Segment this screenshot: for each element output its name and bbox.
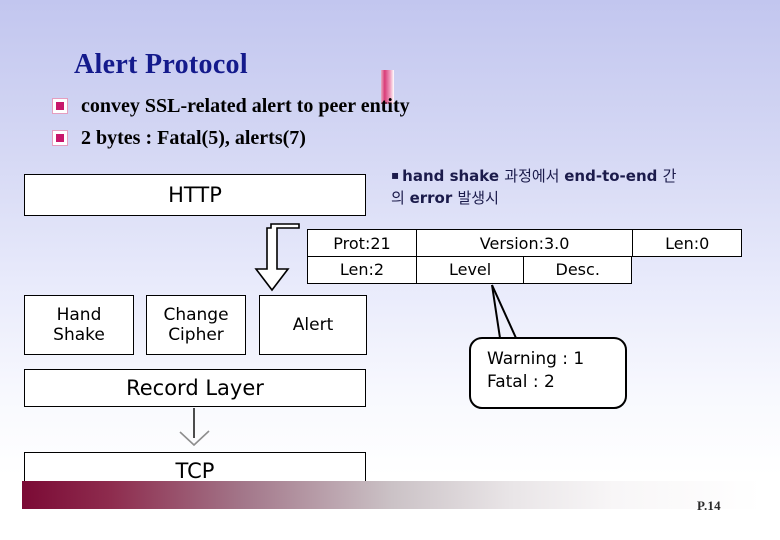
alert-level-callout: Warning : 1 Fatal : 2 <box>469 337 627 409</box>
hand-shake-box: Hand Shake <box>24 295 134 355</box>
note-line1-part-b: 과정에서 <box>504 167 565 185</box>
tcp-layer-label: TCP <box>175 458 215 483</box>
footer-gradient-bar <box>22 481 762 509</box>
hand-shake-label: Hand Shake <box>53 305 105 345</box>
bullet-item-2: 2 bytes : Fatal(5), alerts(7) <box>52 128 306 148</box>
note-line1-part-d: 간 <box>662 167 677 185</box>
hand-shake-label-line1: Hand <box>56 304 102 325</box>
callout-line-fatal: Fatal : 2 <box>487 371 555 392</box>
note-line2-part-b: error <box>409 188 458 207</box>
alert-box: Alert <box>259 295 367 355</box>
slide-canvas: Alert Protocol convey SSL-related alert … <box>0 0 780 540</box>
http-layer-box: HTTP <box>24 174 366 216</box>
pdu-table-row-2: Len:2 Level Desc. <box>307 255 741 284</box>
record-to-tcp-arrow-icon <box>179 408 210 447</box>
change-cipher-label-line2: Cipher <box>168 325 224 345</box>
note-line1-part-a: hand shake <box>402 167 505 185</box>
bullet-item-1-label: convey SSL-related alert to peer entity <box>81 95 410 117</box>
callout-line-warning: Warning : 1 <box>487 349 585 369</box>
pdu-cell-version: Version:3.0 <box>415 229 634 257</box>
bullet-item-1: convey SSL-related alert to peer entity <box>52 96 410 116</box>
record-layer-label: Record Layer <box>126 375 264 400</box>
page-number: P.14 <box>697 498 721 513</box>
alert-pdu-table: Prot:21 Version:3.0 Len:0 Len:2 Level De… <box>307 229 743 284</box>
handshake-note: ▪ hand shake 과정에서 end-to-end 간의 error 발생시 <box>391 166 741 210</box>
change-cipher-label-line1: Change <box>163 304 229 325</box>
note-line2-part-c: 발생시 <box>457 188 499 207</box>
square-bullet-icon <box>52 98 68 114</box>
pdu-cell-length: Len:0 <box>632 229 743 257</box>
http-to-stack-arrow-icon <box>254 223 300 292</box>
note-line2-part-a: 의 <box>391 188 410 207</box>
change-cipher-label: Change Cipher <box>163 305 228 345</box>
hand-shake-label-line2: Shake <box>53 325 105 345</box>
record-layer-box: Record Layer <box>24 369 366 407</box>
bullet-item-2-label: 2 bytes : Fatal(5), alerts(7) <box>81 127 306 149</box>
page-title: Alert Protocol <box>74 49 248 80</box>
pdu-cell-protocol: Prot:21 <box>307 229 417 257</box>
alert-label: Alert <box>292 314 334 335</box>
change-cipher-box: Change Cipher <box>146 295 246 355</box>
http-layer-label: HTTP <box>168 182 222 207</box>
square-bullet-icon <box>52 130 68 146</box>
pdu-cell-desc: Desc. <box>523 255 633 284</box>
note-line1-part-c: end-to-end <box>564 167 663 185</box>
level-to-callout-leader <box>491 284 543 339</box>
pdu-table-row-1: Prot:21 Version:3.0 Len:0 <box>307 229 743 257</box>
small-square-bullet-icon: ▪ <box>391 168 400 182</box>
pdu-cell-level: Level <box>415 255 525 284</box>
pdu-cell-len2: Len:2 <box>307 255 417 284</box>
